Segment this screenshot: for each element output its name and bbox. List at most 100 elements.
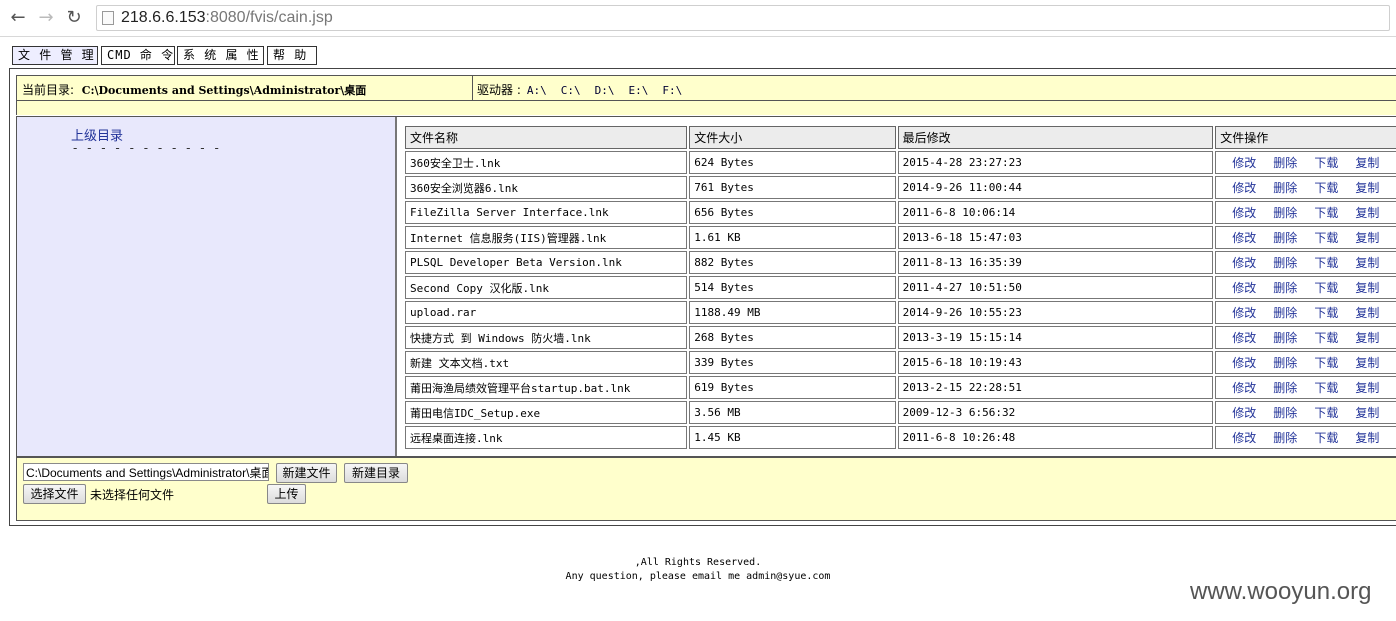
copy-link[interactable]: 复制	[1355, 156, 1379, 170]
drive-d[interactable]: D:\	[595, 84, 615, 97]
table-header-row: 文件名称 文件大小 最后修改 文件操作	[405, 126, 1396, 149]
edit-link[interactable]: 修改	[1232, 331, 1256, 345]
download-link[interactable]: 下载	[1314, 206, 1338, 220]
delete-link[interactable]: 删除	[1273, 256, 1297, 270]
address-bar[interactable]: 218.6.6.153:8080/fvis/cain.jsp	[96, 5, 1390, 31]
delete-link[interactable]: 删除	[1273, 406, 1297, 420]
file-modified: 2014-9-26 10:55:23	[897, 301, 1214, 324]
drive-e[interactable]: E:\	[628, 84, 648, 97]
download-link[interactable]: 下载	[1314, 331, 1338, 345]
file-size: 761 Bytes	[689, 176, 896, 199]
table-row: 莆田海渔局绩效管理平台startup.bat.lnk 619 Bytes 2013-…	[405, 376, 1396, 399]
file-name[interactable]: 莆田电信IDC_Setup.exe	[405, 401, 688, 424]
download-link[interactable]: 下载	[1314, 406, 1338, 420]
new-file-button[interactable]: 新建文件	[276, 463, 337, 483]
table-row: 360安全卫士.lnk 624 Bytes 2015-4-28 23:27:23 修改…	[405, 151, 1396, 174]
delete-link[interactable]: 删除	[1273, 306, 1297, 320]
sidebar: 上级目录 - - - - - - - - - - -	[17, 117, 397, 456]
delete-link[interactable]: 删除	[1273, 356, 1297, 370]
copy-link[interactable]: 复制	[1355, 356, 1379, 370]
delete-link[interactable]: 删除	[1273, 156, 1297, 170]
back-arrow-icon[interactable]: ←	[8, 8, 28, 28]
file-name[interactable]: 360安全卫士.lnk	[405, 151, 688, 174]
file-name[interactable]: PLSQL Developer Beta Version.lnk	[405, 251, 688, 274]
download-link[interactable]: 下载	[1314, 356, 1338, 370]
menu-cmd[interactable]: CMD 命 令	[101, 46, 175, 65]
file-name[interactable]: upload.rar	[405, 301, 688, 324]
edit-link[interactable]: 修改	[1232, 431, 1256, 445]
download-link[interactable]: 下载	[1314, 381, 1338, 395]
copy-link[interactable]: 复制	[1355, 381, 1379, 395]
menu-system-properties[interactable]: 系 统 属 性	[177, 46, 264, 65]
menu-file-manager[interactable]: 文 件 管 理	[12, 46, 98, 65]
download-link[interactable]: 下载	[1314, 256, 1338, 270]
delete-link[interactable]: 删除	[1273, 381, 1297, 395]
delete-link[interactable]: 删除	[1273, 281, 1297, 295]
delete-link[interactable]: 删除	[1273, 331, 1297, 345]
copy-link[interactable]: 复制	[1355, 331, 1379, 345]
file-size: 1188.49 MB	[689, 301, 896, 324]
path-input[interactable]	[23, 463, 269, 481]
copy-link[interactable]: 复制	[1355, 256, 1379, 270]
delete-link[interactable]: 删除	[1273, 231, 1297, 245]
delete-link[interactable]: 删除	[1273, 181, 1297, 195]
delete-link[interactable]: 删除	[1273, 431, 1297, 445]
file-size: 1.61 KB	[689, 226, 896, 249]
download-link[interactable]: 下载	[1314, 306, 1338, 320]
bottom-toolbar: 新建文件 新建目录 选择文件 未选择任何文件 上传	[16, 457, 1396, 521]
new-dir-button[interactable]: 新建目录	[344, 463, 408, 483]
file-table-wrap: 文件名称 文件大小 最后修改 文件操作 360安全卫士.lnk 624 Bytes…	[403, 124, 1396, 451]
file-size: 624 Bytes	[689, 151, 896, 174]
edit-link[interactable]: 修改	[1232, 381, 1256, 395]
edit-link[interactable]: 修改	[1232, 181, 1256, 195]
file-name[interactable]: FileZilla Server Interface.lnk	[405, 201, 688, 224]
download-link[interactable]: 下载	[1314, 156, 1338, 170]
edit-link[interactable]: 修改	[1232, 356, 1256, 370]
forward-arrow-icon[interactable]: →	[36, 8, 56, 28]
file-name[interactable]: 远程桌面连接.lnk	[405, 426, 688, 449]
file-name[interactable]: Second Copy 汉化版.lnk	[405, 276, 688, 299]
browser-toolbar: ← → ↻ 218.6.6.153:8080/fvis/cain.jsp	[0, 0, 1396, 37]
copy-link[interactable]: 复制	[1355, 281, 1379, 295]
file-browser: 上级目录 - - - - - - - - - - - 文件名称 文件大小 最后修…	[16, 116, 1396, 457]
drives-list: 驱动器 : A:\ C:\ D:\ E:\ F:\	[477, 81, 682, 98]
copy-link[interactable]: 复制	[1355, 406, 1379, 420]
download-link[interactable]: 下载	[1314, 431, 1338, 445]
table-row: PLSQL Developer Beta Version.lnk 882 Byte…	[405, 251, 1396, 274]
edit-link[interactable]: 修改	[1232, 206, 1256, 220]
edit-link[interactable]: 修改	[1232, 256, 1256, 270]
file-name[interactable]: Internet 信息服务(IIS)管理器.lnk	[405, 226, 688, 249]
reload-icon[interactable]: ↻	[64, 8, 84, 28]
file-modified: 2011-6-8 10:06:14	[897, 201, 1214, 224]
menu-help[interactable]: 帮 助	[267, 46, 317, 65]
drive-f[interactable]: F:\	[662, 84, 682, 97]
file-name[interactable]: 新建 文本文档.txt	[405, 351, 688, 374]
edit-link[interactable]: 修改	[1232, 231, 1256, 245]
choose-file-button[interactable]: 选择文件	[23, 484, 86, 504]
copy-link[interactable]: 复制	[1355, 306, 1379, 320]
download-link[interactable]: 下载	[1314, 181, 1338, 195]
download-link[interactable]: 下载	[1314, 281, 1338, 295]
download-link[interactable]: 下载	[1314, 231, 1338, 245]
drive-c[interactable]: C:\	[561, 84, 581, 97]
col-header-ops: 文件操作	[1215, 126, 1396, 149]
file-modified: 2011-6-8 10:26:48	[897, 426, 1214, 449]
copy-link[interactable]: 复制	[1355, 206, 1379, 220]
copy-link[interactable]: 复制	[1355, 231, 1379, 245]
current-dir-value: C:\Documents and Settings\Administrator\…	[81, 84, 367, 97]
edit-link[interactable]: 修改	[1232, 406, 1256, 420]
file-name[interactable]: 360安全浏览器6.lnk	[405, 176, 688, 199]
copy-link[interactable]: 复制	[1355, 181, 1379, 195]
delete-link[interactable]: 删除	[1273, 206, 1297, 220]
edit-link[interactable]: 修改	[1232, 306, 1256, 320]
file-name[interactable]: 快捷方式 到 Windows 防火墙.lnk	[405, 326, 688, 349]
file-name[interactable]: 莆田海渔局绩效管理平台startup.bat.lnk	[405, 376, 688, 399]
upload-button[interactable]: 上传	[267, 484, 306, 504]
edit-link[interactable]: 修改	[1232, 156, 1256, 170]
current-dir: 当前目录: C:\Documents and Settings\Administ…	[22, 81, 366, 98]
col-header-size: 文件大小	[689, 126, 896, 149]
drive-a[interactable]: A:\	[527, 84, 547, 97]
copy-link[interactable]: 复制	[1355, 431, 1379, 445]
file-ops: 修改 删除 下载 复制	[1215, 251, 1396, 274]
edit-link[interactable]: 修改	[1232, 281, 1256, 295]
